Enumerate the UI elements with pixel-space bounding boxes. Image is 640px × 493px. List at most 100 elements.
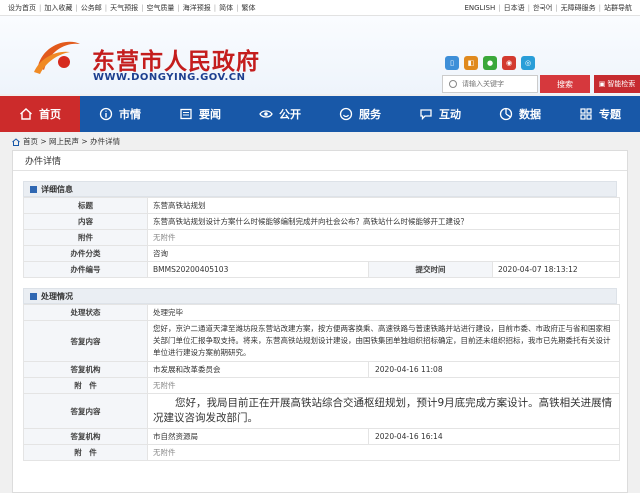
nav-topic[interactable]: 专题 [560,96,640,132]
category-label: 办件分类 [23,245,148,262]
handling-section-head: 处理情况 [23,288,617,304]
english-link[interactable]: ENGLISH [464,4,495,12]
detail-heading: 详细信息 [41,184,73,194]
gov-mail-link[interactable]: 公务邮 [81,3,102,13]
table-row: 答复机构 市自然资源局 2020-04-16 16:14 [23,428,620,445]
handling-table: 处理状态 处理完毕 答复内容 您好，京沪二通道天津至潍坊段东营站改建方案，按方便… [23,304,620,461]
content-value: 东营高铁站规划设计方案什么时候能够编制完成并向社会公布？高铁站什么时候能够开工建… [147,213,620,230]
handling-heading: 处理情况 [41,291,73,301]
robot-icon: ▣ [598,80,606,88]
nav-interact[interactable]: 互动 [400,96,480,132]
nav-label: 市情 [119,108,141,121]
search-box [442,75,538,93]
attachment-value: 无附件 [147,229,620,246]
table-row: 附件 无附件 [23,229,620,246]
table-row: 答复内容 您好，我局目前正在开展高铁站综合交通枢纽规划，预计9月底完成方案设计。… [23,393,620,429]
table-row: 办件分类 咨询 [23,245,620,262]
reply-label: 答复内容 [23,320,148,362]
title-label: 标题 [23,197,148,214]
top-left-links: 设为首页 | 加入收藏 | 公务邮 | 天气预报 | 空气质量 | 海洋预报 | 简体 | 繁… [8,3,256,13]
accessibility-icon[interactable]: ◎ [521,56,535,70]
traditional-link[interactable]: 繁体 [242,3,256,13]
korean-link[interactable]: 한국어 [533,3,552,13]
breadcrumb-text[interactable]: 首页 > 网上民声 > 办件详情 [23,136,120,147]
table-row: 标题 东营高铁站规划 [23,197,620,214]
table-row: 附 件 无附件 [23,444,620,461]
eye-icon [259,110,273,118]
nav-label: 要闻 [199,108,221,121]
nav-news[interactable]: 要闻 [160,96,240,132]
simplified-link[interactable]: 简体 [219,3,233,13]
table-row: 内容 东营高铁站规划设计方案什么时候能够编制完成并向社会公布？高铁站什么时候能够… [23,213,620,230]
weather-link[interactable]: 天气预报 [110,3,138,13]
table-row: 附 件 无附件 [23,377,620,394]
detail-table: 标题 东营高铁站规划 内容 东营高铁站规划设计方案什么时候能够编制完成并向社会公… [23,197,620,278]
org-value: 市自然资源局 [147,428,369,445]
reply-value: 您好，我局目前正在开展高铁站综合交通枢纽规划，预计9月底完成方案设计。高铁相关进… [147,393,620,429]
mobile-icon[interactable]: ▯ [445,56,459,70]
city-logo-icon[interactable] [30,36,82,76]
header: 东营市人民政府 WWW.DONGYING.GOV.CN ▯ ◧ ● ◉ ◎ 搜索… [0,16,640,94]
set-homepage-link[interactable]: 设为首页 [8,3,36,13]
table-row: 处理状态 处理完毕 [23,304,620,321]
attachment-value: 无附件 [147,444,620,461]
attachment-value: 无附件 [147,377,620,394]
detail-section-head: 详细信息 [23,181,617,197]
table-row: 办件编号 BMMS20200405103 提交时间 2020-04-07 18:… [23,261,620,278]
section-marker-icon [30,185,37,193]
org-label: 答复机构 [23,428,148,445]
accessibility-link[interactable]: 无障碍服务 [561,3,596,13]
nav-label: 互动 [439,108,461,121]
social-icons: ▯ ◧ ● ◉ ◎ [445,56,535,70]
smart-search-label: 智能检索 [607,80,636,88]
site-name: 东营市人民政府 [92,49,260,75]
breadcrumb: 首页 > 网上民声 > 办件详情 [12,136,120,147]
reply-value: 您好，京沪二通道天津至潍坊段东营站改建方案，按方便两客换乘、高速铁路与普速铁路并… [147,320,620,362]
nav-public[interactable]: 公开 [240,96,320,132]
nav-service[interactable]: 服务 [320,96,400,132]
weibo-icon[interactable]: ◉ [502,56,516,70]
reply-date: 2020-04-16 16:14 [368,428,620,445]
category-value: 咨询 [147,245,620,262]
attachment-label: 附件 [23,229,148,246]
org-value: 市发展和改革委员会 [147,361,369,378]
status-value: 处理完毕 [147,304,620,321]
ocean-forecast-link[interactable]: 海洋预报 [183,3,211,13]
org-label: 答复机构 [23,361,148,378]
add-favorite-link[interactable]: 加入收藏 [44,3,72,13]
app-icon[interactable]: ◧ [464,56,478,70]
submit-time-label: 提交时间 [368,261,493,278]
section-marker-icon [30,292,37,300]
smart-search-button[interactable]: ▣ 智能检索 [594,75,640,93]
main-nav: 首页 市情 要闻 公开 服务 互动 数据 专题 [0,96,640,132]
info-icon [99,107,113,121]
content-label: 内容 [23,213,148,230]
nav-home[interactable]: 首页 [0,96,80,132]
search-button[interactable]: 搜索 [540,75,590,93]
detail-panel: 办件详情 详细信息 标题 东营高铁站规划 内容 东营高铁站规划设计方案什么时候能… [12,150,628,493]
nav-city-info[interactable]: 市情 [80,96,160,132]
service-icon [339,107,353,121]
nav-label: 服务 [359,108,381,121]
number-value: BMMS20200405103 [147,261,369,278]
news-icon [180,108,192,120]
japanese-link[interactable]: 日本语 [504,3,525,13]
attachment-label: 附 件 [23,444,148,461]
nav-label: 公开 [279,108,301,121]
table-row: 答复机构 市发展和改革委员会 2020-04-16 11:08 [23,361,620,378]
nav-data[interactable]: 数据 [480,96,560,132]
top-bar: 设为首页 | 加入收藏 | 公务邮 | 天气预报 | 空气质量 | 海洋预报 | 简体 | 繁… [0,0,640,16]
site-nav-link[interactable]: 站群导航 [604,3,632,13]
interact-icon [420,109,432,121]
home-small-icon [12,137,20,146]
nav-label: 数据 [519,108,541,121]
top-right-links: ENGLISH | 日本语 | 한국어 | 无障碍服务 | 站群导航 [464,3,632,13]
air-quality-link[interactable]: 空气质量 [146,3,174,13]
home-icon [20,108,32,120]
table-row: 答复内容 您好，京沪二通道天津至潍坊段东营站改建方案，按方便两客换乘、高速铁路与… [23,320,620,362]
data-icon [499,107,513,121]
nav-label: 专题 [599,108,621,121]
search-input[interactable] [462,80,532,88]
title-value: 东营高铁站规划 [147,197,620,214]
wechat-icon[interactable]: ● [483,56,497,70]
